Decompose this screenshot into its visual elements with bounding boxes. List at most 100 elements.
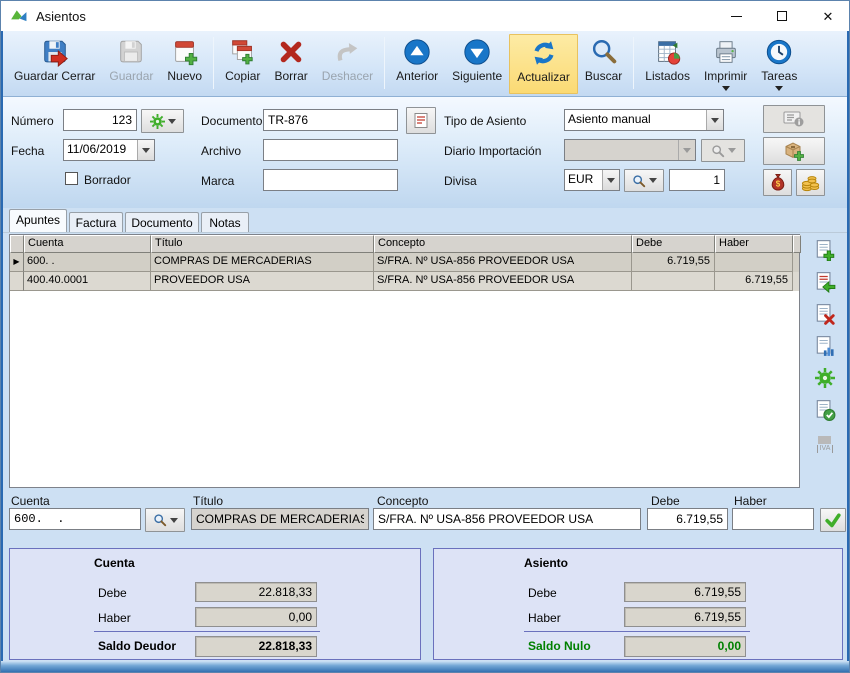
previous-icon bbox=[401, 36, 433, 68]
divisa-search-button[interactable] bbox=[624, 169, 664, 192]
close-button[interactable]: ✕ bbox=[805, 1, 850, 31]
divisa-rate-input[interactable] bbox=[669, 169, 725, 191]
cell-debe[interactable] bbox=[632, 272, 715, 291]
table-row[interactable]: 400.40.0001 PROVEEDOR USA S/FRA. Nº USA-… bbox=[10, 272, 799, 291]
tab-label: Documento bbox=[131, 216, 192, 230]
gear-icon bbox=[815, 368, 835, 388]
tab-documento[interactable]: Documento bbox=[125, 212, 199, 232]
divisa-value: EUR bbox=[565, 170, 602, 190]
next-icon bbox=[461, 36, 493, 68]
toolbar-buscar[interactable]: Buscar bbox=[578, 34, 629, 94]
tipo-asiento-dropdown[interactable] bbox=[706, 110, 723, 130]
editor-concepto-input[interactable] bbox=[373, 508, 641, 530]
diario-importacion-combobox[interactable] bbox=[564, 139, 696, 161]
diario-importacion-search-button[interactable] bbox=[701, 139, 745, 162]
diario-importacion-dropdown[interactable] bbox=[678, 140, 695, 160]
delete-icon bbox=[275, 36, 307, 68]
tab-notas[interactable]: Notas bbox=[201, 212, 249, 232]
tab-apuntes[interactable]: Apuntes bbox=[9, 209, 67, 232]
toolbar-imprimir[interactable]: Imprimir bbox=[697, 34, 754, 94]
toolbar-tareas[interactable]: Tareas bbox=[754, 34, 804, 94]
col-header-cuenta[interactable]: Cuenta bbox=[24, 235, 151, 253]
toolbar-label: Guardar Cerrar bbox=[14, 69, 95, 83]
money-bag-button[interactable]: $ bbox=[763, 169, 792, 196]
borrador-checkbox[interactable] bbox=[65, 172, 78, 185]
toolbar-anterior[interactable]: Anterior bbox=[389, 34, 445, 94]
dropdown-arrow-icon bbox=[170, 518, 178, 523]
toolbar-nuevo[interactable]: Nuevo bbox=[160, 34, 209, 94]
confirm-apunte-button[interactable] bbox=[820, 508, 846, 532]
divisa-dropdown[interactable] bbox=[602, 170, 619, 190]
validate-entry-button[interactable] bbox=[813, 398, 837, 422]
minimize-button[interactable] bbox=[713, 1, 759, 31]
titlebar: Asientos ✕ bbox=[1, 1, 850, 31]
dropdown-arrow-icon bbox=[728, 148, 736, 153]
cell-debe[interactable]: 6.719,55 bbox=[632, 253, 715, 272]
tab-factura[interactable]: Factura bbox=[69, 212, 123, 232]
delete-row-button[interactable] bbox=[813, 302, 837, 326]
editor-cuenta-input[interactable] bbox=[9, 508, 141, 530]
insert-row-button[interactable] bbox=[813, 270, 837, 294]
toolbar-separator bbox=[213, 37, 214, 89]
cell-titulo[interactable]: COMPRAS DE MERCADERIAS bbox=[151, 253, 374, 272]
check-icon bbox=[824, 512, 842, 528]
asientos-window: Asientos ✕ Guardar Cerrar bbox=[0, 0, 850, 673]
numero-input[interactable] bbox=[63, 109, 137, 131]
editor-cuenta-search-button[interactable] bbox=[145, 508, 185, 532]
cell-titulo[interactable]: PROVEEDOR USA bbox=[151, 272, 374, 291]
gear-icon bbox=[150, 114, 165, 129]
iva-button[interactable]: IVA bbox=[813, 432, 837, 456]
toolbar-guardar[interactable]: Guardar bbox=[102, 34, 160, 94]
cell-concepto[interactable]: S/FRA. Nº USA-856 PROVEEDOR USA bbox=[374, 253, 632, 272]
dropdown-arrow-icon bbox=[168, 119, 176, 124]
row-selector bbox=[10, 272, 24, 291]
documento-input[interactable] bbox=[263, 109, 398, 131]
undo-icon bbox=[331, 36, 363, 68]
row-report-button[interactable] bbox=[813, 334, 837, 358]
toolbar-guardar-cerrar[interactable]: Guardar Cerrar bbox=[7, 34, 102, 94]
table-row[interactable]: ▶ 600. . COMPRAS DE MERCADERIAS S/FRA. N… bbox=[10, 253, 799, 272]
archivo-label: Archivo bbox=[201, 144, 241, 158]
documento-notes-button[interactable] bbox=[406, 107, 436, 134]
toolbar-label: Copiar bbox=[225, 69, 260, 83]
toolbar-actualizar[interactable]: Actualizar bbox=[509, 34, 578, 94]
editor-haber-input[interactable] bbox=[732, 508, 814, 530]
tab-label: Factura bbox=[76, 216, 117, 230]
fecha-datepicker[interactable]: 11/06/2019 bbox=[63, 139, 155, 161]
cell-cuenta[interactable]: 400.40.0001 bbox=[24, 272, 151, 291]
toolbar-label: Guardar bbox=[109, 69, 153, 83]
col-header-debe[interactable]: Debe bbox=[632, 235, 715, 253]
numero-gear-dropdown-button[interactable] bbox=[141, 109, 184, 133]
search-small-icon bbox=[632, 174, 646, 188]
cell-concepto[interactable]: S/FRA. Nº USA-856 PROVEEDOR USA bbox=[374, 272, 632, 291]
toolbar-siguiente[interactable]: Siguiente bbox=[445, 34, 509, 94]
fecha-dropdown[interactable] bbox=[137, 140, 154, 160]
cell-cuenta[interactable]: 600. . bbox=[24, 253, 151, 272]
apuntes-grid[interactable]: Cuenta Título Concepto Debe Haber ▶ 600.… bbox=[9, 234, 800, 488]
col-header-titulo[interactable]: Título bbox=[151, 235, 374, 253]
editor-debe-input[interactable] bbox=[647, 508, 728, 530]
col-header-haber[interactable]: Haber bbox=[715, 235, 793, 253]
tipo-asiento-label: Tipo de Asiento bbox=[444, 114, 526, 128]
add-row-button[interactable] bbox=[813, 238, 837, 262]
grid-settings-button[interactable] bbox=[813, 366, 837, 390]
toolbar-borrar[interactable]: Borrar bbox=[267, 34, 314, 94]
cell-haber[interactable] bbox=[715, 253, 793, 272]
cell-haber[interactable]: 6.719,55 bbox=[715, 272, 793, 291]
toolbar-listados[interactable]: Listados bbox=[638, 34, 697, 94]
editor-titulo-label: Título bbox=[193, 494, 223, 508]
coins-button[interactable] bbox=[796, 169, 825, 196]
archivo-input[interactable] bbox=[263, 139, 398, 161]
toolbar-deshacer[interactable]: Deshacer bbox=[315, 34, 380, 94]
marca-input[interactable] bbox=[263, 169, 398, 191]
tipo-asiento-combobox[interactable]: Asiento manual bbox=[564, 109, 724, 131]
maximize-button[interactable] bbox=[759, 1, 805, 31]
print-menu-arrow-icon bbox=[722, 86, 730, 91]
tipo-asiento-value: Asiento manual bbox=[565, 110, 706, 130]
divisa-combobox[interactable]: EUR bbox=[564, 169, 620, 191]
toolbar-copiar[interactable]: Copiar bbox=[218, 34, 267, 94]
col-header-concepto[interactable]: Concepto bbox=[374, 235, 632, 253]
account-info-button[interactable] bbox=[763, 105, 825, 133]
add-package-button[interactable] bbox=[763, 137, 825, 165]
grid-row-filler bbox=[793, 272, 799, 291]
